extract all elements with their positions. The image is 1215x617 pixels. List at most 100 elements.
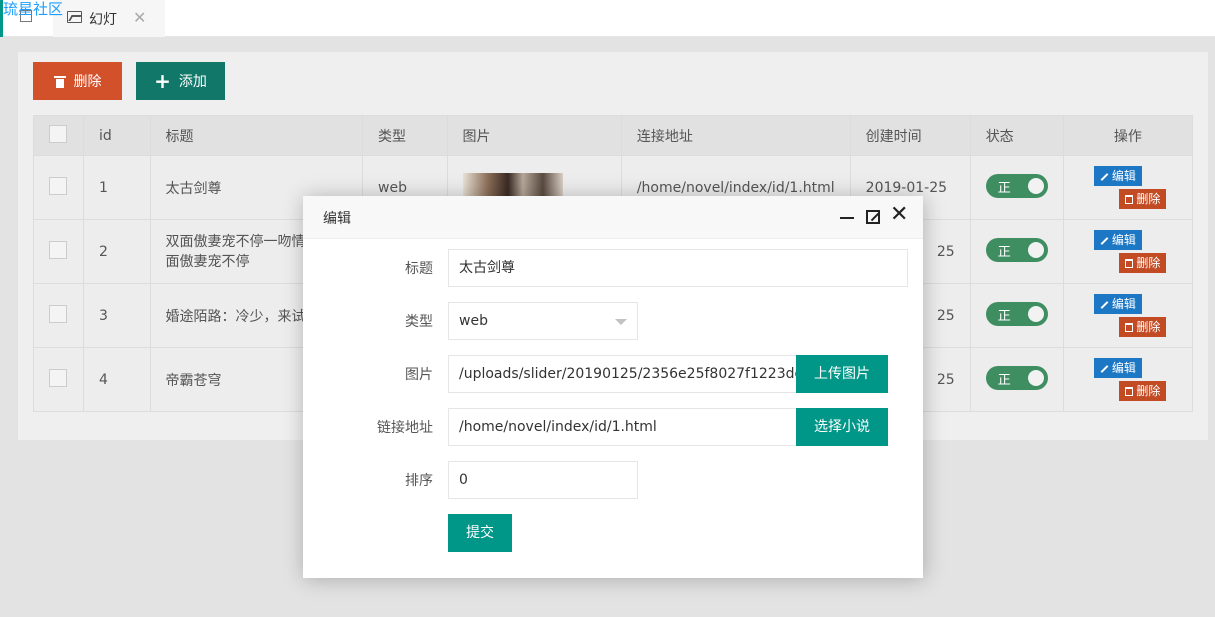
row-delete-button[interactable]: 删除	[1119, 253, 1167, 273]
close-icon[interactable]: ✕	[133, 8, 146, 27]
row-checkbox[interactable]	[49, 368, 67, 387]
select-all-checkbox[interactable]	[49, 124, 67, 143]
status-toggle[interactable]: 正	[985, 301, 1048, 326]
sort-row: 排序 0	[303, 461, 923, 499]
edit-button-label: 编辑	[1111, 233, 1136, 247]
trash-icon	[1125, 323, 1134, 332]
toggle-knob	[1027, 177, 1044, 194]
submit-button[interactable]: 提交	[448, 514, 512, 552]
header-image: 图片	[446, 115, 622, 156]
status-toggle-label: 正	[997, 308, 1011, 324]
edit-button-label: 编辑	[1111, 297, 1136, 311]
cell-id: 4	[82, 347, 151, 412]
image-row: 图片 /uploads/slider/20190125/2356e25f8027…	[303, 355, 923, 393]
row-delete-button[interactable]: 删除	[1119, 317, 1167, 337]
type-label: 类型	[405, 314, 433, 330]
cell-actions: 编辑 删除	[1062, 155, 1194, 220]
delete-button[interactable]: 删除	[33, 62, 122, 100]
link-label: 链接地址	[377, 420, 433, 436]
add-button-label: 添加	[178, 74, 207, 90]
status-toggle-label: 正	[997, 372, 1011, 388]
edit-button[interactable]: 编辑	[1093, 358, 1142, 378]
image-label: 图片	[405, 367, 433, 383]
link-row: 链接地址 /home/novel/index/id/1.html 选择小说	[303, 408, 923, 446]
brand-logo-text: 琉星社区	[3, 0, 64, 18]
trash-icon	[53, 75, 66, 88]
pencil-icon	[1100, 236, 1109, 245]
add-button[interactable]: + 添加	[136, 62, 225, 100]
image-path-input[interactable]: /uploads/slider/20190125/2356e25f8027f12…	[448, 355, 798, 393]
cell-id: 3	[82, 283, 151, 348]
header-actions: 操作	[1062, 115, 1194, 156]
status-toggle-label: 正	[997, 180, 1011, 196]
header-created: 创建时间	[849, 115, 971, 156]
image-icon	[67, 11, 82, 23]
row-delete-button[interactable]: 删除	[1119, 189, 1167, 209]
status-toggle[interactable]: 正	[985, 173, 1048, 198]
pencil-icon	[1100, 364, 1109, 373]
title-input[interactable]: 太古剑尊	[448, 249, 908, 287]
row-delete-label: 删除	[1136, 320, 1161, 334]
edit-dialog: 编辑 ✕ 标题 太古剑尊 类型 web 图片 /uploads/slider/2…	[303, 196, 923, 578]
edit-button[interactable]: 编辑	[1093, 294, 1142, 314]
tab-slider-label: 幻灯	[89, 12, 117, 28]
trash-icon	[1125, 259, 1134, 268]
cell-status: 正	[969, 283, 1064, 348]
link-input[interactable]: /home/novel/index/id/1.html	[448, 408, 798, 446]
row-delete-label: 删除	[1136, 256, 1161, 270]
row-checkbox-cell	[33, 219, 84, 284]
edit-button[interactable]: 编辑	[1093, 230, 1142, 250]
tab-slider[interactable]: 幻灯 ✕	[53, 0, 165, 37]
select-novel-button[interactable]: 选择小说	[796, 408, 888, 446]
header-url: 连接地址	[620, 115, 851, 156]
table-header-row: id 标题 类型 图片 连接地址 创建时间 状态 操作	[33, 115, 1194, 156]
header-type: 类型	[362, 115, 448, 156]
delete-button-label: 删除	[73, 74, 102, 90]
toggle-knob	[1027, 305, 1044, 322]
upload-image-button[interactable]: 上传图片	[796, 355, 888, 393]
header-title: 标题	[149, 115, 364, 156]
maximize-icon[interactable]	[866, 210, 880, 224]
row-checkbox-cell	[33, 155, 84, 220]
dialog-title: 编辑	[323, 211, 351, 227]
title-label: 标题	[405, 261, 433, 277]
cell-actions: 编辑 删除	[1062, 219, 1194, 284]
sort-label: 排序	[405, 473, 433, 489]
cell-actions: 编辑 删除	[1062, 347, 1194, 412]
row-delete-button[interactable]: 删除	[1119, 381, 1167, 401]
row-checkbox-cell	[33, 283, 84, 348]
status-toggle[interactable]: 正	[985, 365, 1048, 390]
status-toggle[interactable]: 正	[985, 237, 1048, 262]
row-checkbox-cell	[33, 347, 84, 412]
row-checkbox[interactable]	[49, 176, 67, 195]
header-id: id	[82, 115, 151, 156]
select-all-cell	[33, 115, 84, 156]
pencil-icon	[1100, 172, 1109, 181]
header-status: 状态	[969, 115, 1064, 156]
edit-button-label: 编辑	[1111, 361, 1136, 375]
pencil-icon	[1100, 300, 1109, 309]
edit-button-label: 编辑	[1111, 169, 1136, 183]
type-select-value: web	[459, 313, 488, 329]
row-checkbox[interactable]	[49, 240, 67, 259]
minimize-icon[interactable]	[840, 217, 854, 219]
type-select[interactable]: web	[448, 302, 638, 340]
toggle-knob	[1027, 241, 1044, 258]
row-delete-label: 删除	[1136, 192, 1161, 206]
cell-status: 正	[969, 155, 1064, 220]
trash-icon	[1125, 387, 1134, 396]
cell-actions: 编辑 删除	[1062, 283, 1194, 348]
plus-icon: +	[154, 69, 171, 93]
cell-id: 1	[82, 155, 151, 220]
toggle-knob	[1027, 369, 1044, 386]
edit-button[interactable]: 编辑	[1093, 166, 1142, 186]
chevron-down-icon	[615, 319, 627, 325]
cell-status: 正	[969, 347, 1064, 412]
close-icon[interactable]: ✕	[890, 204, 908, 226]
row-checkbox[interactable]	[49, 304, 67, 323]
cell-status: 正	[969, 219, 1064, 284]
sort-input[interactable]: 0	[448, 461, 638, 499]
type-row: 类型 web	[303, 302, 923, 340]
dialog-header: 编辑 ✕	[303, 196, 923, 239]
status-toggle-label: 正	[997, 244, 1011, 260]
